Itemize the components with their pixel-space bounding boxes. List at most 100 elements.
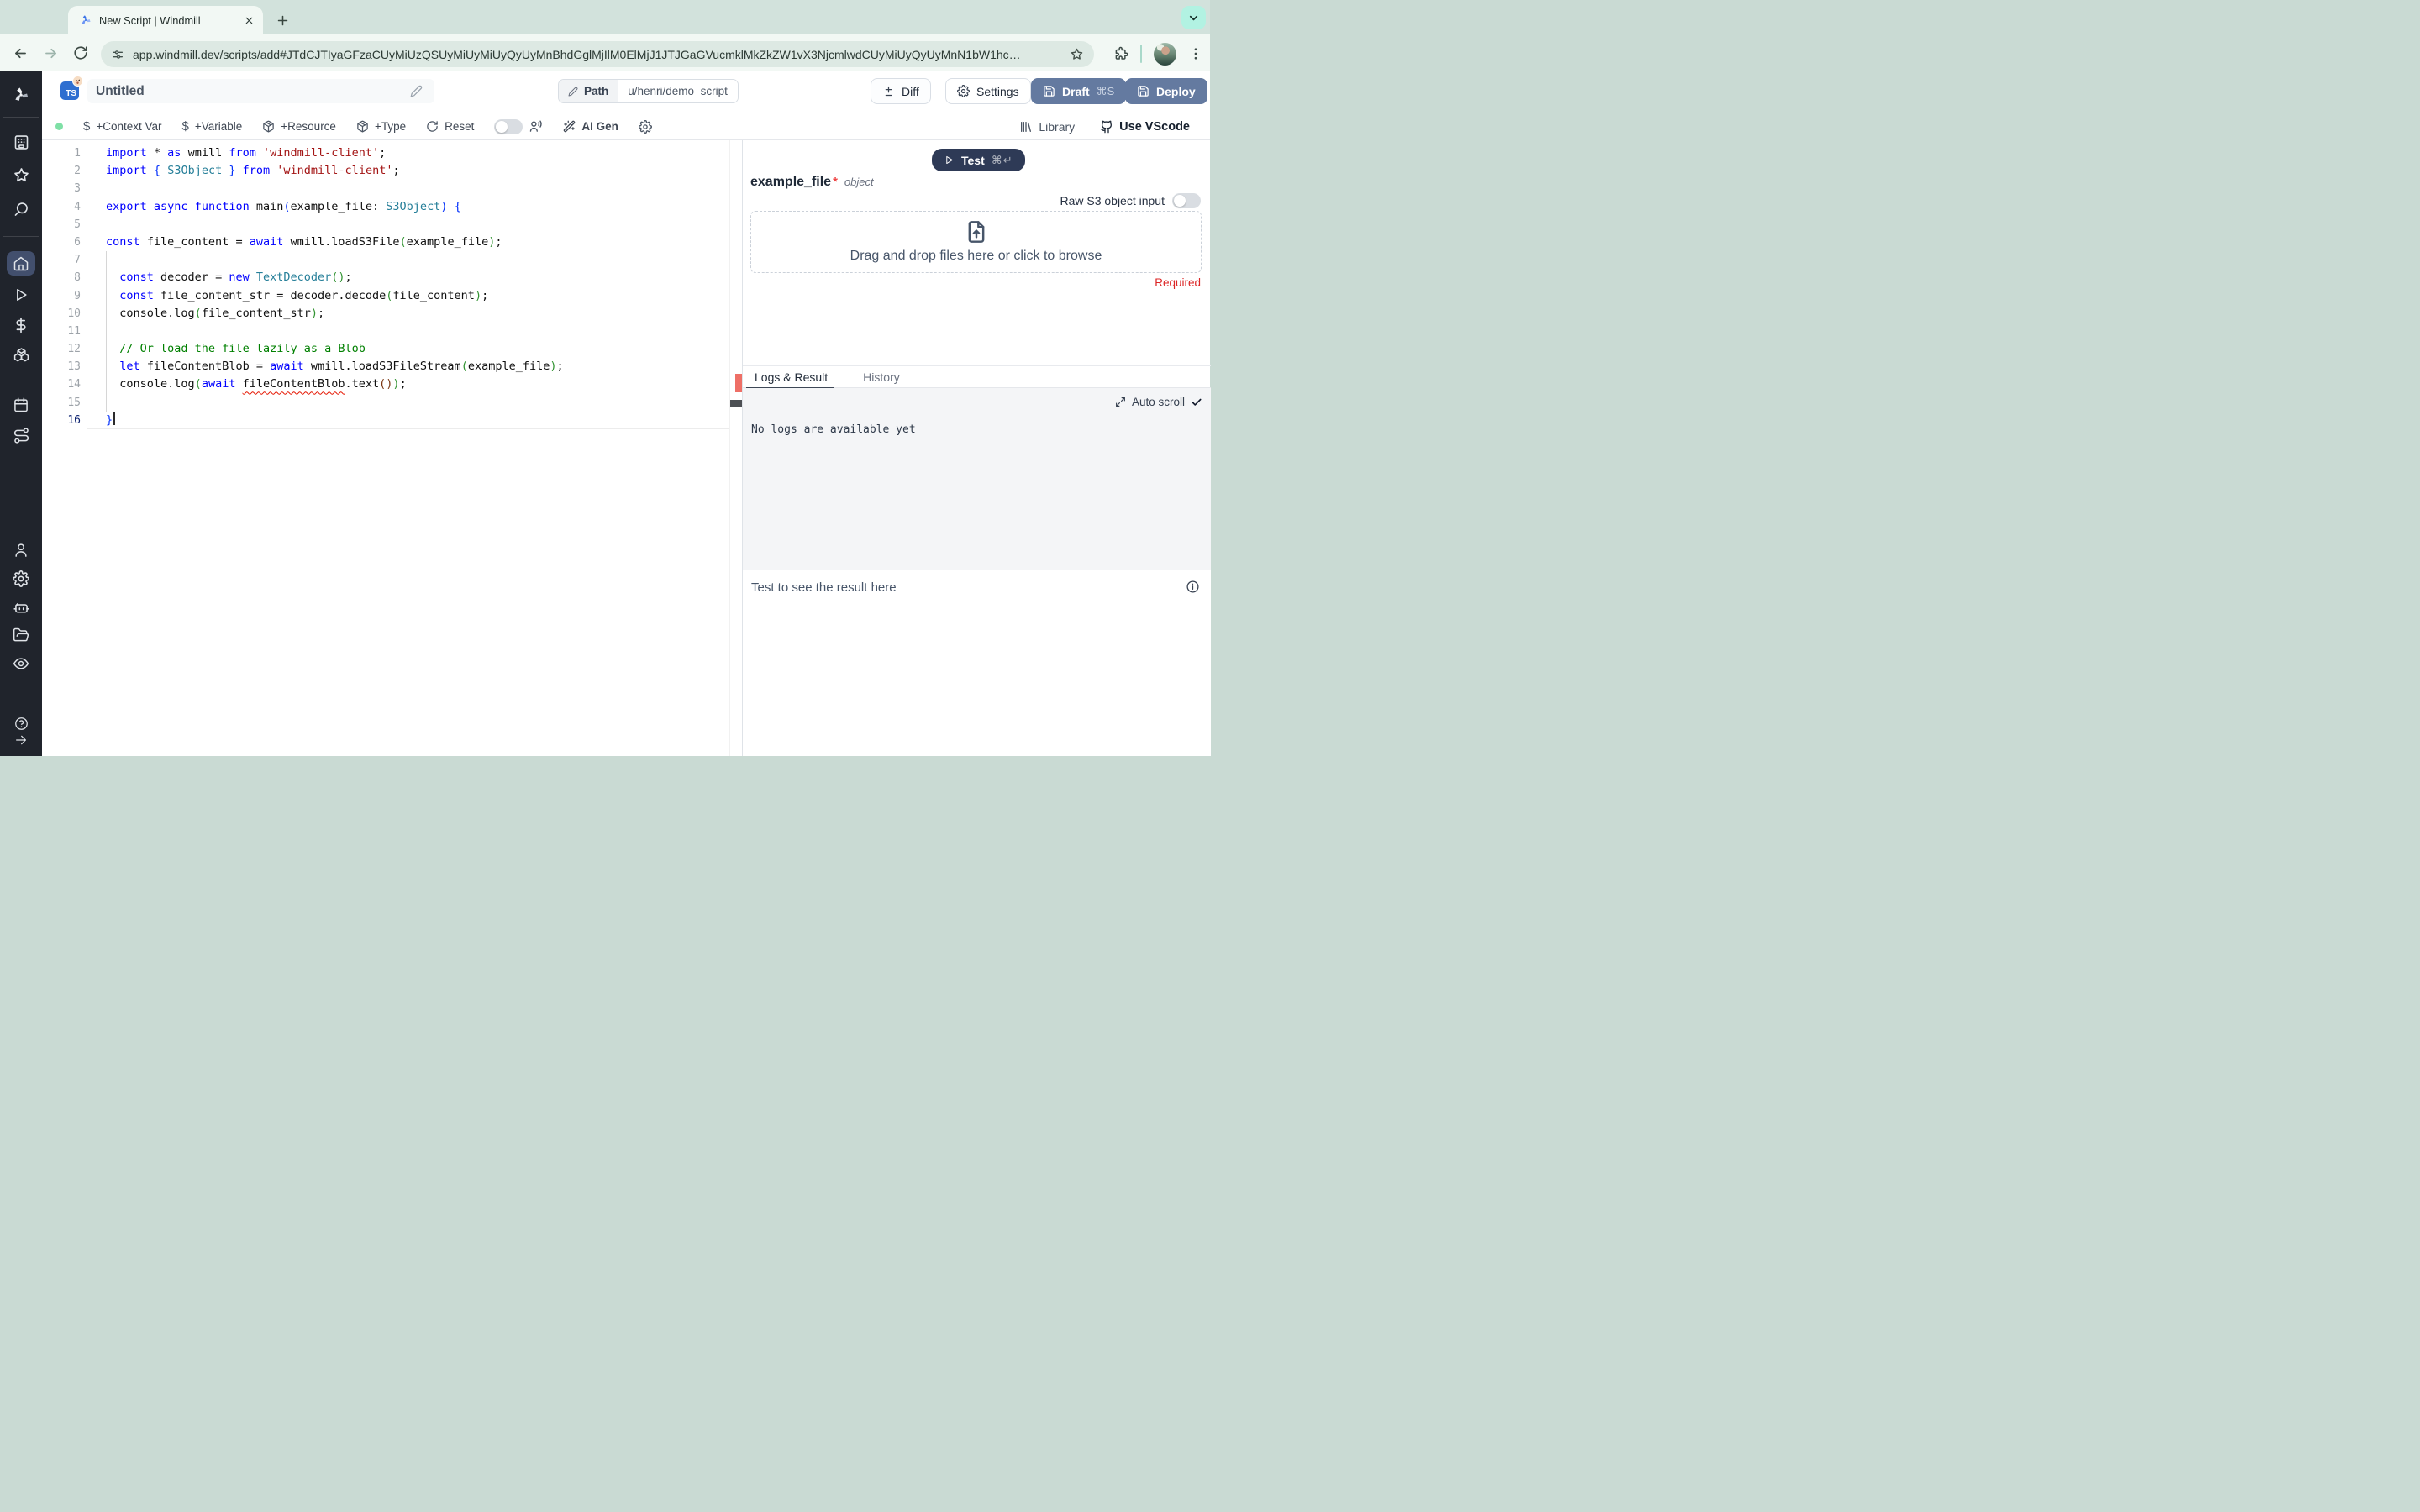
sidebar-item-users[interactable] [0,542,42,559]
reload-button[interactable] [66,45,96,60]
tab-search-chevron-button[interactable] [1181,6,1206,29]
code-line[interactable]: const file_content = await wmill.loadS3F… [106,234,564,251]
wand-icon [563,120,576,133]
auto-scroll-control[interactable]: Auto scroll [1115,396,1202,408]
code-line[interactable]: } [106,411,564,429]
multiplayer-toggle[interactable] [494,118,523,134]
argument-row: example_file * object [750,175,874,190]
windmill-logo[interactable] [0,85,42,105]
forward-button[interactable] [35,45,66,61]
browser-menu-icon[interactable] [1188,46,1203,61]
code-line[interactable]: import * as wmill from 'windmill-client'… [106,144,564,162]
sidebar-item-variables[interactable] [0,317,42,333]
test-button[interactable]: Test ⌘↵ [932,149,1025,171]
tab-close-icon[interactable] [244,15,255,26]
play-icon [944,155,955,165]
diff-button[interactable]: Diff [871,78,931,104]
url-text[interactable]: app.windmill.dev/scripts/add#JTdCJTIyaGF… [133,48,1061,61]
save-icon [1043,85,1055,97]
code-line[interactable]: let fileContentBlob = await wmill.loadS3… [106,358,563,375]
info-icon[interactable] [1186,580,1200,594]
code-line[interactable]: // Or load the file lazily as a Blob [106,340,564,358]
sidebar-item-home[interactable] [0,255,42,272]
settings-button[interactable]: Settings [945,78,1031,104]
editor-toolbar: $ +Context Var $ +Variable +Resource +Type… [42,113,1210,139]
add-resource-button[interactable]: +Resource [262,120,336,133]
raw-s3-toggle[interactable] [1172,193,1201,208]
preview-panel: Test ⌘↵ example_file * object Raw S3 obje… [742,140,1211,756]
script-title-input[interactable]: Untitled [87,79,434,103]
ai-gen-button[interactable]: AI Gen [563,120,618,133]
code-line[interactable] [106,394,564,412]
code-line[interactable] [106,251,564,269]
address-bar[interactable]: app.windmill.dev/scripts/add#JTdCJTIyaGF… [101,41,1094,67]
edit-title-pencil-icon[interactable] [410,85,423,97]
app-sidebar [0,71,42,756]
path-value[interactable]: u/henri/demo_script [618,80,738,102]
sidebar-item-resources[interactable] [0,346,42,364]
overview-ruler-cursor-mark [730,400,742,407]
add-type-button[interactable]: +Type [356,120,406,133]
code-line[interactable]: const file_content_str = decoder.decode(… [106,287,564,305]
sidebar-item-search[interactable] [0,201,42,218]
auto-scroll-label: Auto scroll [1131,396,1185,408]
code-editor[interactable]: 1 2 3 4 5 6 7 8 9 10 11 12 13 14 15 16 import * as wmil… [42,140,742,756]
variable-label: +Variable [194,120,243,133]
draft-label: Draft [1062,84,1090,98]
code-line[interactable] [106,216,564,234]
add-variable-button[interactable]: $ +Variable [182,119,243,134]
sidebar-item-favorites[interactable] [0,166,42,184]
deploy-button[interactable]: Deploy [1125,78,1207,104]
test-shortcut: ⌘↵ [991,153,1013,166]
tab-logs-result[interactable]: Logs & Result [755,370,828,384]
sidebar-item-apps[interactable] [0,134,42,151]
robot-icon [13,599,30,617]
path-label-text: Path [584,85,609,97]
code-line[interactable] [106,180,564,197]
profile-avatar[interactable] [1154,42,1176,66]
sidebar-item-runs[interactable] [0,286,42,303]
draft-button[interactable]: Draft ⌘S [1031,78,1127,104]
back-button[interactable] [5,45,35,61]
code-line[interactable]: const decoder = new TextDecoder(); [106,269,564,286]
sidebar-item-workers[interactable] [0,599,42,617]
sidebar-item-schedules[interactable] [0,396,42,413]
site-settings-icon[interactable] [111,48,124,61]
diff-label: Diff [902,84,919,98]
extensions-icon[interactable] [1113,46,1128,61]
code-line[interactable]: export async function main(example_file:… [106,198,564,216]
sidebar-item-help[interactable] [0,717,42,731]
editor-code[interactable]: import * as wmill from 'windmill-client'… [106,144,564,429]
context-var-label: +Context Var [96,120,162,133]
draft-shortcut: ⌘S [1096,84,1115,97]
file-upload-icon [965,220,988,244]
sidebar-item-audit-logs[interactable] [0,655,42,672]
library-button[interactable]: Library [1019,120,1075,134]
editor-settings-button[interactable] [639,120,652,134]
code-line[interactable]: console.log(await fileContentBlob.text()… [106,375,564,393]
windmill-favicon [82,15,91,24]
browser-tab[interactable]: New Script | Windmill [68,6,263,34]
star-icon [13,166,30,184]
help-circle-icon [14,717,29,731]
bookmark-star-icon[interactable] [1070,47,1084,61]
add-context-var-button[interactable]: $ +Context Var [83,119,162,134]
path-group[interactable]: Path u/henri/demo_script [558,79,739,103]
code-line[interactable]: import { S3Object } from 'windmill-clien… [106,162,564,180]
required-asterisk: * [833,175,838,189]
use-vscode-button[interactable]: Use VScode [1100,120,1190,134]
sidebar-item-flows[interactable] [0,427,42,444]
code-line[interactable]: console.log(file_content_str); [106,305,564,323]
search-icon [13,201,30,218]
profile-divider [1140,45,1142,63]
sidebar-item-settings[interactable] [0,570,42,587]
path-label[interactable]: Path [559,80,618,102]
reset-button[interactable]: Reset [426,120,474,133]
sidebar-item-folders[interactable] [0,627,42,643]
file-dropzone[interactable]: Drag and drop files here or click to bro… [750,211,1202,273]
new-tab-button[interactable] [271,8,294,32]
code-line[interactable] [106,323,564,340]
sidebar-expand-button[interactable] [0,733,42,747]
result-tabs: Logs & Result History [743,365,1211,390]
tab-history[interactable]: History [863,370,900,384]
